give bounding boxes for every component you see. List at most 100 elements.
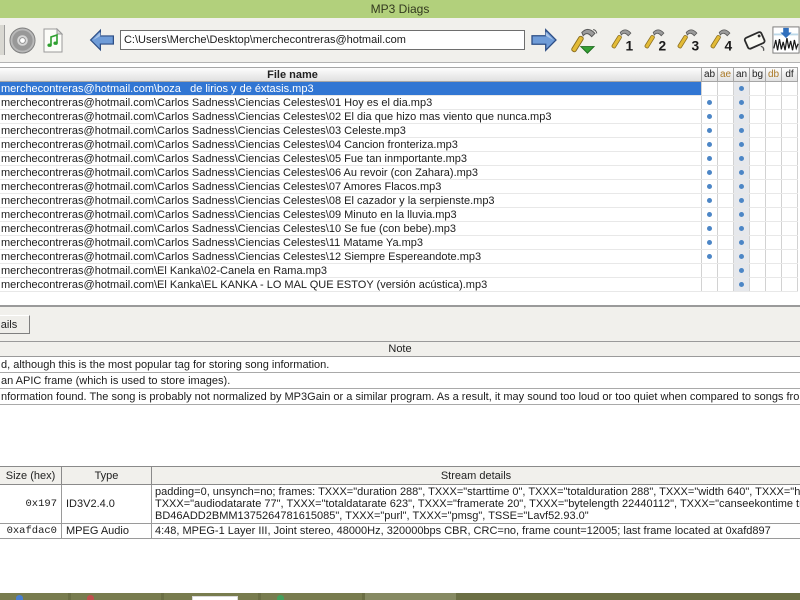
file-row[interactable]: merchecontreras@hotmail.com\El Kanka\02-… [0,264,798,278]
music-file-button[interactable] [43,27,63,53]
file-row[interactable]: merchecontreras@hotmail.com\El Kanka\EL … [0,278,798,292]
stream-row[interactable]: 0x197 ID3V2.4.0 padding=0, unsynch=no; fra… [0,485,800,524]
apply-transforms-button[interactable] [570,24,603,56]
note-dot-icon [707,254,712,259]
file-table-header: File name ab ae an bg db df [0,67,798,82]
note-dot-icon [739,282,744,287]
note-dot-icon [707,100,712,105]
cd-button[interactable] [9,26,36,54]
flag-cell-ae [718,236,734,249]
taskbar-window-preview [192,596,238,600]
note-dot-icon [739,198,744,203]
custom-transform-2-button[interactable]: 2 [644,25,670,55]
flag-cell-an [734,124,750,137]
flag-cell-df [782,250,798,263]
next-folder-button[interactable] [530,28,558,52]
file-row[interactable]: merchecontreras@hotmail.com\Carlos Sadne… [0,222,798,236]
file-row[interactable]: merchecontreras@hotmail.com\Carlos Sadne… [0,208,798,222]
note-dot-icon [707,114,712,119]
file-row[interactable]: merchecontreras@hotmail.com\Carlos Sadne… [0,110,798,124]
flag-cell-df [782,124,798,137]
flag-cell-bg [750,194,766,207]
flag-column-header-an[interactable]: an [734,68,750,81]
size-column-header[interactable]: Size (hex) [0,467,62,484]
flag-cell-db [766,138,782,151]
cd-icon [9,26,36,54]
transform-number: 2 [659,39,667,54]
stream-details: 4:48, MPEG-1 Layer III, Joint stereo, 48… [155,525,771,537]
stream-size: 0xafdac0 [0,524,62,538]
flag-cell-df [782,96,798,109]
custom-transform-3-icon: 3 [677,29,700,54]
file-name: merchecontreras@hotmail.com\El Kanka\02-… [0,264,702,277]
flag-cell-bg [750,124,766,137]
file-row[interactable]: merchecontreras@hotmail.com\Carlos Sadne… [0,194,798,208]
stream-row[interactable]: 0xafdac0 MPEG Audio 4:48, MPEG-1 Layer III… [0,524,800,539]
flag-cell-bg [750,138,766,151]
custom-transform-2-icon: 2 [644,29,667,54]
file-row[interactable]: merchecontreras@hotmail.com\boza de liri… [0,82,798,96]
details-button[interactable]: ails [0,315,30,334]
tag-editor-icon [743,31,766,51]
file-name-column-header[interactable]: File name [0,68,702,81]
flag-cell-bg [750,278,766,291]
flag-cell-bg [750,180,766,193]
taskbar-button[interactable] [0,593,68,600]
taskbar-button[interactable] [71,593,161,600]
flag-cell-df [782,194,798,207]
custom-transform-1-button[interactable]: 1 [611,25,637,55]
taskbar-button[interactable] [261,593,362,600]
flag-cell-an [734,152,750,165]
title-bar[interactable]: MP3 Diags [0,0,800,18]
flag-cell-df [782,110,798,123]
type-column-header[interactable]: Type [62,467,152,484]
file-row[interactable]: merchecontreras@hotmail.com\Carlos Sadne… [0,152,798,166]
flag-cell-bg [750,222,766,235]
flag-cell-ae [718,96,734,109]
file-row[interactable]: merchecontreras@hotmail.com\Carlos Sadne… [0,96,798,110]
note-dot-icon [739,142,744,147]
flag-cell-ae [718,222,734,235]
flag-cell-ab [702,278,718,291]
folder-path-input[interactable] [119,30,525,50]
file-row[interactable]: merchecontreras@hotmail.com\Carlos Sadne… [0,180,798,194]
flag-cell-bg [750,110,766,123]
file-row[interactable]: merchecontreras@hotmail.com\Carlos Sadne… [0,166,798,180]
note-dot-icon [707,226,712,231]
flag-cell-df [782,138,798,151]
note-row[interactable]: an APIC frame (which is used to store im… [0,373,800,389]
flag-cell-ab [702,236,718,249]
taskbar-button[interactable] [164,593,258,600]
note-row[interactable]: nformation found. The song is probably n… [0,389,800,405]
flag-column-header-bg[interactable]: bg [750,68,766,81]
apply-transforms-icon [571,28,598,54]
file-row[interactable]: merchecontreras@hotmail.com\Carlos Sadne… [0,250,798,264]
flag-cell-an [734,222,750,235]
note-dot-icon [739,156,744,161]
stream-details-column-header[interactable]: Stream details [152,467,800,484]
taskbar-button[interactable] [365,593,456,600]
file-row[interactable]: merchecontreras@hotmail.com\Carlos Sadne… [0,124,798,138]
flag-cell-an [734,264,750,277]
transform-number: 1 [626,39,634,54]
normalize-button[interactable] [772,26,800,54]
file-name: merchecontreras@hotmail.com\Carlos Sadne… [0,152,702,165]
clipped-toolbar-button[interactable] [0,25,5,55]
flag-cell-ae [718,110,734,123]
custom-transform-4-button[interactable]: 4 [710,25,736,55]
note-row[interactable]: d, although this is the most popular tag… [0,357,800,373]
file-row[interactable]: merchecontreras@hotmail.com\Carlos Sadne… [0,138,798,152]
flag-column-header-db[interactable]: db [766,68,782,81]
file-row[interactable]: merchecontreras@hotmail.com\Carlos Sadne… [0,236,798,250]
window-title: MP3 Diags [370,2,430,16]
note-dot-icon [739,86,744,91]
file-name: merchecontreras@hotmail.com\Carlos Sadne… [0,138,702,151]
previous-folder-button[interactable] [89,28,115,52]
normalize-icon [772,26,800,54]
flag-column-header-ae[interactable]: ae [718,68,734,81]
note-column-header[interactable]: Note [0,341,800,357]
tag-editor-button[interactable] [741,26,768,54]
flag-column-header-df[interactable]: df [782,68,798,81]
flag-column-header-ab[interactable]: ab [702,68,718,81]
custom-transform-3-button[interactable]: 3 [677,25,703,55]
